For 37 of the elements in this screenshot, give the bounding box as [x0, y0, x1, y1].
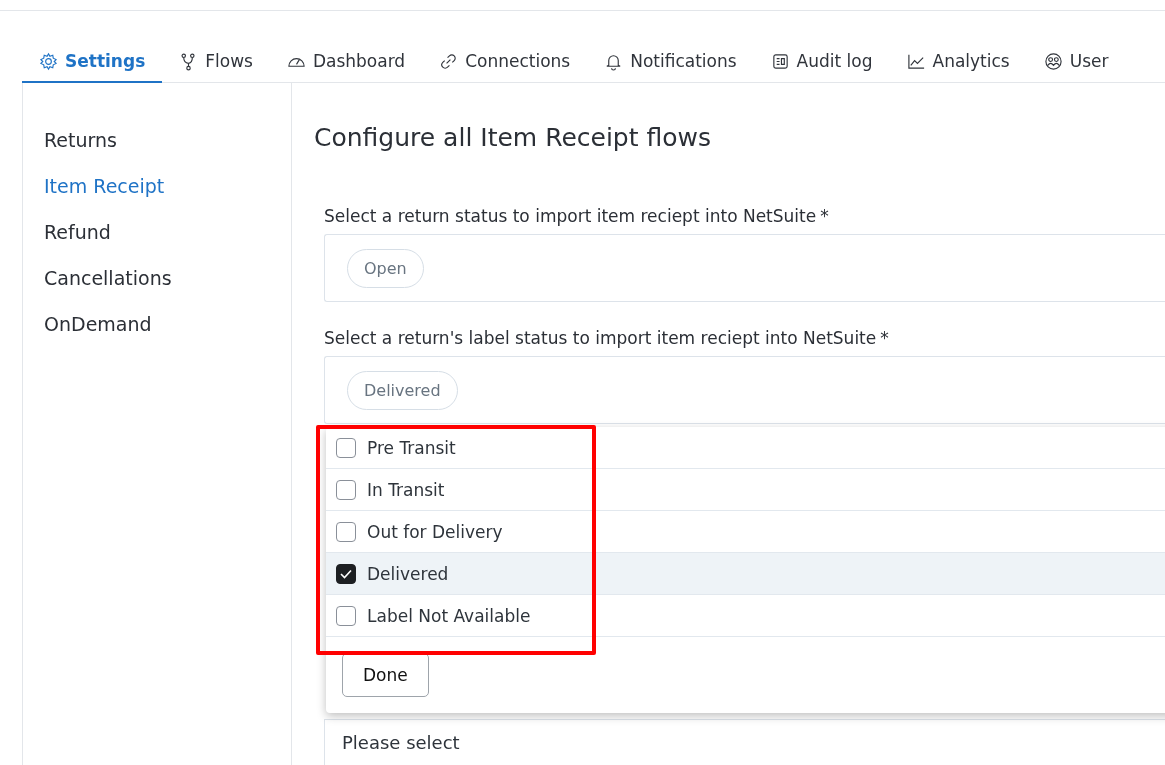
- page-title: Configure all Item Receipt flows: [314, 123, 712, 152]
- checkbox[interactable]: [336, 437, 356, 458]
- checkbox[interactable]: [336, 605, 356, 626]
- done-button[interactable]: Done: [342, 653, 429, 697]
- option-label: Delivered: [367, 563, 449, 584]
- multi-select-field[interactable]: Delivered: [324, 356, 1165, 424]
- option-label: Label Not Available: [367, 605, 531, 626]
- checkbox[interactable]: [336, 563, 356, 584]
- option-label: Out for Delivery: [367, 521, 503, 542]
- field-label: Select a return's label status to import item reciept into NetSuite *: [324, 328, 890, 348]
- sidebar-item[interactable]: Item Receipt: [23, 163, 165, 209]
- nav-tab[interactable]: Analytics: [889, 41, 1027, 83]
- log-icon: [770, 51, 790, 71]
- select-field[interactable]: Please select: [324, 719, 1165, 765]
- nav-tab[interactable]: Flows: [162, 41, 270, 83]
- sidebar-item[interactable]: Cancellations: [23, 255, 172, 301]
- nav-tab[interactable]: Connections: [422, 41, 588, 83]
- sidebar-item[interactable]: Returns: [23, 117, 117, 163]
- nav-tab[interactable]: Notifications: [587, 41, 754, 83]
- field-label: Select a return status to import item reciept into NetSuite *: [324, 206, 830, 226]
- dropdown-option[interactable]: Label Not Available: [326, 595, 1165, 637]
- dropdown-option[interactable]: Pre Transit: [326, 427, 1165, 469]
- nav-tab[interactable]: User: [1026, 41, 1126, 83]
- nav-tab[interactable]: Audit log: [753, 41, 890, 83]
- option-label: Pre Transit: [367, 437, 456, 458]
- option-label: In Transit: [367, 479, 445, 500]
- gear-icon: [39, 51, 58, 71]
- dropdown-option[interactable]: In Transit: [326, 469, 1165, 511]
- sidebar-item[interactable]: Refund: [23, 209, 111, 255]
- checkbox[interactable]: [336, 521, 356, 542]
- multi-select-field[interactable]: Open: [324, 234, 1165, 302]
- checkbox[interactable]: [336, 479, 356, 500]
- nav-tab[interactable]: Settings: [22, 41, 163, 83]
- sidebar-item[interactable]: OnDemand: [23, 301, 152, 347]
- nav-tab[interactable]: Dashboard: [269, 41, 423, 83]
- dropdown-option[interactable]: Delivered: [326, 553, 1165, 595]
- link-icon: [439, 51, 459, 71]
